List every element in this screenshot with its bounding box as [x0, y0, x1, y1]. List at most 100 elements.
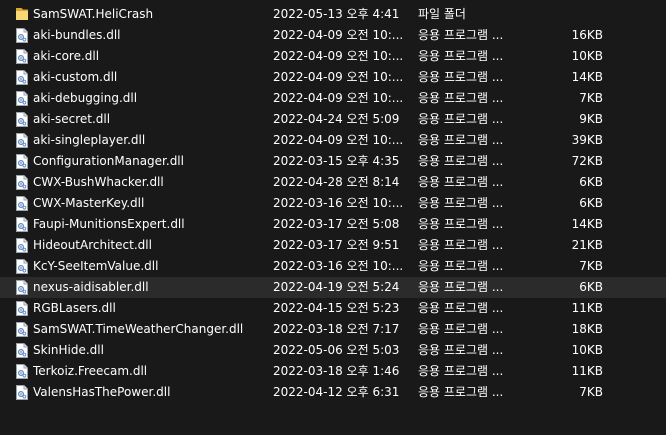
- file-name: HideoutArchitect.dll: [33, 238, 152, 252]
- file-row[interactable]: SkinHide.dll 2022-05-06 오전 5:03 응용 프로그램 ..…: [0, 340, 666, 361]
- file-type: 응용 프로그램 ...: [418, 49, 504, 63]
- dll-file-icon: [16, 91, 28, 106]
- file-type: 응용 프로그램 ...: [418, 91, 504, 105]
- file-name: SkinHide.dll: [33, 343, 104, 357]
- file-date-modified: 2022-03-17 오전 5:08: [273, 217, 400, 231]
- dll-file-icon: [16, 112, 28, 127]
- file-row[interactable]: CWX-BushWhacker.dll 2022-04-28 오전 8:14 응용 …: [0, 172, 666, 193]
- file-type: 응용 프로그램 ...: [418, 112, 504, 126]
- dll-file-icon: [16, 238, 28, 253]
- file-date-modified: 2022-04-09 오전 10:...: [273, 91, 404, 105]
- file-row[interactable]: SamSWAT.TimeWeatherChanger.dll 2022-03-18…: [0, 319, 666, 340]
- dll-file-icon: [16, 49, 28, 64]
- dll-file-icon: [16, 259, 28, 274]
- dll-file-icon: [16, 28, 28, 43]
- file-date-modified: 2022-04-28 오전 8:14: [273, 175, 400, 189]
- dll-file-icon: [16, 70, 28, 85]
- file-row[interactable]: aki-singleplayer.dll 2022-04-09 오전 10:...…: [0, 130, 666, 151]
- file-type: 응용 프로그램 ...: [418, 238, 504, 252]
- file-date-modified: 2022-04-19 오전 5:24: [273, 280, 400, 294]
- file-type: 응용 프로그램 ...: [418, 364, 504, 378]
- file-size: 10KB: [571, 49, 603, 63]
- file-type: 응용 프로그램 ...: [418, 154, 504, 168]
- dll-file-icon: [16, 217, 28, 232]
- file-date-modified: 2022-03-18 오후 1:46: [273, 364, 400, 378]
- file-row[interactable]: aki-debugging.dll 2022-04-09 오전 10:... 응용 …: [0, 88, 666, 109]
- file-name: nexus-aidisabler.dll: [33, 280, 149, 294]
- file-date-modified: 2022-05-06 오전 5:03: [273, 343, 400, 357]
- file-row[interactable]: aki-secret.dll 2022-04-24 오전 5:09 응용 프로그램 …: [0, 109, 666, 130]
- dll-file-icon: [16, 280, 28, 295]
- file-row[interactable]: aki-custom.dll 2022-04-09 오전 10:... 응용 프로그…: [0, 67, 666, 88]
- file-type: 응용 프로그램 ...: [418, 301, 504, 315]
- file-type: 파일 폴더: [418, 7, 466, 21]
- file-date-modified: 2022-03-17 오전 9:51: [273, 238, 400, 252]
- file-size: 39KB: [571, 133, 603, 147]
- file-row[interactable]: ValensHasThePower.dll 2022-04-12 오후 6:31 응…: [0, 382, 666, 403]
- file-type: 응용 프로그램 ...: [418, 175, 504, 189]
- file-row[interactable]: CWX-MasterKey.dll 2022-03-16 오전 10:... 응용 …: [0, 193, 666, 214]
- file-size: 7KB: [579, 91, 603, 105]
- file-name: KcY-SeeItemValue.dll: [33, 259, 159, 273]
- file-date-modified: 2022-04-09 오전 10:...: [273, 133, 404, 147]
- file-name: SamSWAT.HeliCrash: [33, 7, 154, 21]
- file-type: 응용 프로그램 ...: [418, 196, 504, 210]
- file-size: 10KB: [571, 343, 603, 357]
- file-date-modified: 2022-03-16 오전 10:...: [273, 259, 404, 273]
- file-name: ConfigurationManager.dll: [33, 154, 184, 168]
- file-name: RGBLasers.dll: [33, 301, 116, 315]
- file-size: 21KB: [571, 238, 603, 252]
- dll-file-icon: [16, 385, 28, 400]
- file-row[interactable]: ConfigurationManager.dll 2022-03-15 오후 4:…: [0, 151, 666, 172]
- file-size: 11KB: [571, 301, 603, 315]
- file-list: SamSWAT.HeliCrash 2022-05-13 오후 4:41 파일 폴더…: [0, 4, 666, 403]
- file-size: 14KB: [571, 217, 603, 231]
- file-row[interactable]: aki-core.dll 2022-04-09 오전 10:... 응용 프로그램 …: [0, 46, 666, 67]
- file-date-modified: 2022-04-24 오전 5:09: [273, 112, 400, 126]
- file-size: 14KB: [571, 70, 603, 84]
- file-size: 6KB: [579, 196, 603, 210]
- dll-file-icon: [16, 175, 28, 190]
- file-size: 9KB: [579, 112, 603, 126]
- file-type: 응용 프로그램 ...: [418, 259, 504, 273]
- dll-file-icon: [16, 133, 28, 148]
- file-date-modified: 2022-03-15 오후 4:35: [273, 154, 400, 168]
- file-row[interactable]: HideoutArchitect.dll 2022-03-17 오전 9:51 응용…: [0, 235, 666, 256]
- file-name: Faupi-MunitionsExpert.dll: [33, 217, 185, 231]
- file-type: 응용 프로그램 ...: [418, 70, 504, 84]
- file-date-modified: 2022-04-15 오전 5:23: [273, 301, 400, 315]
- file-date-modified: 2022-04-12 오후 6:31: [273, 385, 400, 399]
- dll-file-icon: [16, 364, 28, 379]
- folder-icon: [16, 7, 28, 22]
- file-size: 11KB: [571, 364, 603, 378]
- file-date-modified: 2022-05-13 오후 4:41: [273, 7, 400, 21]
- file-name: aki-singleplayer.dll: [33, 133, 146, 147]
- file-type: 응용 프로그램 ...: [418, 133, 504, 147]
- file-row[interactable]: Terkoiz.Freecam.dll 2022-03-18 오후 1:46 응용 …: [0, 361, 666, 382]
- file-date-modified: 2022-04-09 오전 10:...: [273, 49, 404, 63]
- file-name: ValensHasThePower.dll: [33, 385, 171, 399]
- file-type: 응용 프로그램 ...: [418, 217, 504, 231]
- file-name: aki-bundles.dll: [33, 28, 121, 42]
- dll-file-icon: [16, 343, 28, 358]
- file-size: 18KB: [571, 322, 603, 336]
- file-size: 7KB: [579, 385, 603, 399]
- file-date-modified: 2022-04-09 오전 10:...: [273, 70, 404, 84]
- file-name: aki-debugging.dll: [33, 91, 138, 105]
- file-name: CWX-MasterKey.dll: [33, 196, 145, 210]
- file-size: 16KB: [571, 28, 603, 42]
- dll-file-icon: [16, 301, 28, 316]
- file-row[interactable]: Faupi-MunitionsExpert.dll 2022-03-17 오전 5…: [0, 214, 666, 235]
- file-row[interactable]: SamSWAT.HeliCrash 2022-05-13 오후 4:41 파일 폴더: [0, 4, 666, 25]
- file-row[interactable]: RGBLasers.dll 2022-04-15 오전 5:23 응용 프로그램 .…: [0, 298, 666, 319]
- dll-file-icon: [16, 196, 28, 211]
- file-type: 응용 프로그램 ...: [418, 322, 504, 336]
- file-row[interactable]: nexus-aidisabler.dll 2022-04-19 오전 5:24 응용…: [0, 277, 666, 298]
- file-row[interactable]: aki-bundles.dll 2022-04-09 오전 10:... 응용 프로…: [0, 25, 666, 46]
- file-name: aki-custom.dll: [33, 70, 118, 84]
- dll-file-icon: [16, 154, 28, 169]
- file-type: 응용 프로그램 ...: [418, 28, 504, 42]
- file-size: 6KB: [579, 280, 603, 294]
- file-date-modified: 2022-03-18 오전 7:17: [273, 322, 400, 336]
- file-row[interactable]: KcY-SeeItemValue.dll 2022-03-16 오전 10:...…: [0, 256, 666, 277]
